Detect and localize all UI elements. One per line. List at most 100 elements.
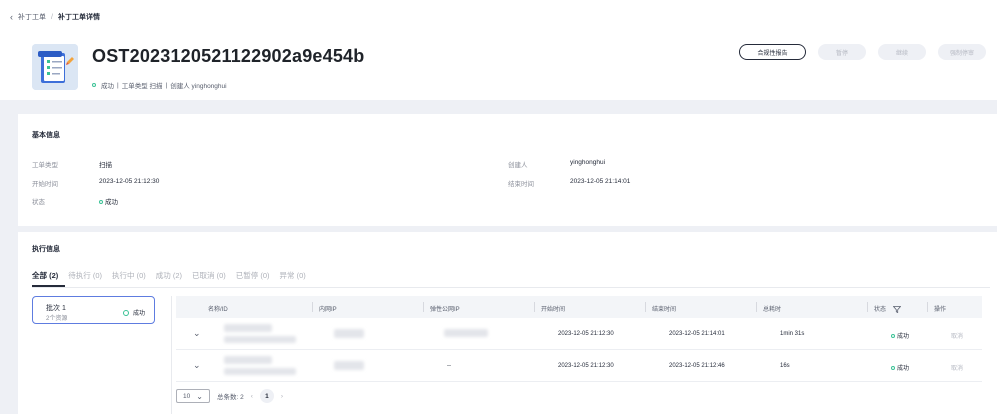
exec-info-title: 执行信息 (32, 246, 60, 253)
creator-label: 创建人 (508, 162, 528, 169)
ticket-type: 工单类型 扫描 (121, 83, 163, 90)
row-eip: -- (447, 363, 451, 369)
basic-info-title: 基本信息 (32, 132, 60, 139)
meta-separator: | (117, 81, 119, 89)
table-row: ⌄ 2023-12-05 21:12:30 2023-12-05 21:14:0… (176, 318, 982, 350)
col-divider (645, 302, 646, 312)
success-status-icon (92, 83, 96, 87)
row-status: 成功 (891, 363, 909, 372)
col-divider (312, 302, 313, 312)
row-end-time: 2023-12-05 21:12:46 (669, 363, 725, 369)
redacted-private-ip (334, 329, 364, 338)
tab-paused[interactable]: 已暂停 (0) (236, 270, 270, 281)
tab-success[interactable]: 成功 (2) (156, 270, 182, 281)
col-end-time: 结束时间 (652, 307, 677, 313)
chevron-down-icon: ⌄ (196, 391, 203, 401)
start-time-value: 2023-12-05 21:12:30 (99, 178, 160, 185)
resume-button[interactable]: 继续 (878, 44, 926, 60)
batch-card[interactable]: 批次 1 2个资源 成功 (32, 296, 155, 324)
redacted-name (224, 356, 272, 364)
success-status-icon (891, 366, 895, 371)
status-value: 成功 (99, 196, 118, 206)
status-text: 成功 (105, 199, 118, 206)
table-row: ⌄ -- 2023-12-05 21:12:30 2023-12-05 21:1… (176, 350, 982, 382)
start-time-label: 开始时间 (32, 181, 58, 188)
redacted-eip (444, 329, 488, 337)
breadcrumb: ‹ 补丁工单 / 补丁工单详情 (10, 12, 100, 22)
col-status: 状态 (874, 304, 902, 314)
ticket-status: 成功 (101, 83, 114, 90)
col-divider (927, 302, 928, 312)
ticket-creator: 创建人 yinghonghui (170, 83, 227, 90)
back-icon[interactable]: ‹ (10, 12, 13, 22)
meta-separator: | (165, 81, 168, 89)
col-start-time: 开始时间 (541, 307, 566, 313)
creator-value: yinghonghui (570, 159, 606, 166)
total-count: 总条数: 2 (217, 394, 244, 401)
basic-info-card: 基本信息 工单类型 扫描 开始时间 2023-12-05 21:12:30 状态… (18, 114, 997, 226)
redacted-name (224, 324, 272, 332)
ticket-title: OST2023120521122902a9e454b (92, 46, 365, 66)
filter-icon[interactable] (892, 306, 902, 314)
breadcrumb-separator: / (51, 13, 53, 21)
tab-all[interactable]: 全部 (2) (32, 270, 58, 281)
batch-resource-count: 2个资源 (46, 316, 68, 322)
type-value: 扫描 (99, 162, 112, 169)
success-status-icon (891, 334, 895, 339)
row-cancel-action[interactable]: 取消 (951, 331, 963, 340)
prev-page-icon[interactable]: ‹ (251, 393, 253, 400)
tab-pending[interactable]: 待执行 (0) (68, 270, 102, 281)
compliance-report-button[interactable]: 合规性报告 (739, 44, 806, 60)
page-size-value: 10 (183, 392, 191, 400)
breadcrumb-current: 补丁工单详情 (57, 14, 100, 21)
end-time-label: 结束时间 (508, 181, 534, 188)
col-status-label: 状态 (874, 307, 887, 313)
pause-button[interactable]: 暂停 (818, 44, 866, 60)
page-size-select[interactable]: 10 ⌄ (176, 389, 210, 403)
breadcrumb-parent[interactable]: 补丁工单 (18, 12, 46, 22)
col-name-id: 名称/ID (208, 307, 228, 313)
batch-name: 批次 1 (46, 305, 66, 312)
status-label: 状态 (32, 199, 45, 206)
force-stop-button[interactable]: 强制停审 (938, 44, 986, 60)
chevron-down-icon[interactable]: ⌄ (193, 328, 201, 339)
col-actions: 操作 (934, 307, 947, 313)
exec-info-card: 执行信息 全部 (2) 待执行 (0) 执行中 (0) 成功 (2) 已取消 (… (18, 232, 997, 414)
pagination: 10 ⌄ 总条数: 2 ‹ 1 › (176, 389, 283, 403)
ticket-meta: 成功 | 工单类型 扫描 | 创建人 yinghonghui (92, 80, 227, 90)
row-end-time: 2023-12-05 21:14:01 (669, 331, 725, 337)
row-duration: 16s (780, 363, 790, 369)
header-actions: 合规性报告 暂停 继续 强制停审 (739, 44, 986, 60)
page-header: ‹ 补丁工单 / 补丁工单详情 OST2023120521122902a9e45… (0, 0, 997, 100)
row-status-text: 成功 (897, 366, 910, 372)
tab-error[interactable]: 异常 (0) (280, 270, 306, 281)
current-page[interactable]: 1 (259, 389, 274, 403)
end-time-value: 2023-12-05 21:14:01 (570, 178, 631, 185)
redacted-id (224, 336, 296, 343)
col-divider (534, 302, 535, 312)
tab-cancelled[interactable]: 已取消 (0) (192, 270, 226, 281)
tab-running[interactable]: 执行中 (0) (112, 270, 146, 281)
table-header: 名称/ID 内网IP 弹性公网IP 开始时间 结束时间 总耗时 状态 操作 (176, 296, 982, 318)
batch-status-text: 成功 (133, 311, 146, 317)
col-divider (423, 302, 424, 312)
status-tabs: 全部 (2) 待执行 (0) 执行中 (0) 成功 (2) 已取消 (0) 已暂… (32, 270, 306, 281)
batch-panel: 批次 1 2个资源 成功 (32, 296, 172, 414)
next-page-icon[interactable]: › (281, 393, 283, 400)
success-status-icon (123, 309, 129, 316)
resource-table: 名称/ID 内网IP 弹性公网IP 开始时间 结束时间 总耗时 状态 操作 ⌄ (176, 296, 982, 382)
tabs-divider (32, 287, 990, 288)
col-divider (756, 302, 757, 312)
col-divider (867, 302, 868, 312)
row-start-time: 2023-12-05 21:12:30 (558, 363, 614, 369)
redacted-private-ip (334, 361, 364, 370)
col-duration: 总耗时 (763, 307, 782, 313)
col-private-ip: 内网IP (319, 307, 337, 313)
row-status: 成功 (891, 331, 909, 340)
chevron-down-icon[interactable]: ⌄ (193, 360, 201, 371)
row-duration: 1min 31s (780, 331, 805, 337)
row-start-time: 2023-12-05 21:12:30 (558, 331, 614, 337)
ticket-document-icon (32, 44, 78, 90)
row-cancel-action[interactable]: 取消 (951, 363, 963, 372)
type-label: 工单类型 (32, 162, 58, 169)
